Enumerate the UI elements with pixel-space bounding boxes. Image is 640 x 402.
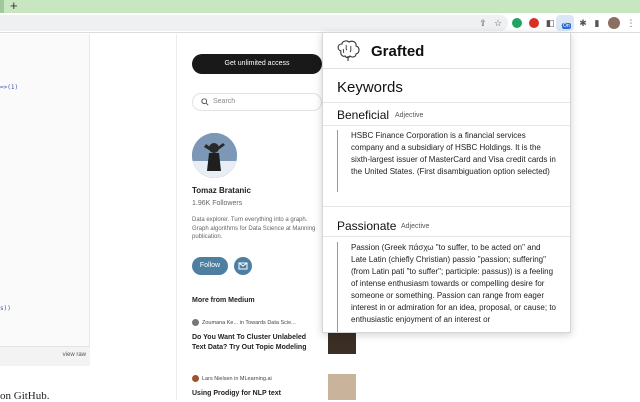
keyword-definition: HSBC Finance Corporation is a financial …: [337, 130, 557, 192]
article-author[interactable]: Zoumana Ke...: [202, 320, 238, 326]
extension-badge: On: [562, 23, 571, 29]
search-input[interactable]: Search: [192, 93, 322, 111]
share-icon[interactable]: ⇪: [478, 18, 488, 28]
keyword-word: Beneficial: [337, 108, 390, 122]
author-followers[interactable]: 1.96K Followers: [192, 200, 242, 207]
popup-title: Grafted: [371, 43, 425, 60]
browser-toolbar: ⇪ ☆ ◧ ☁ On ✱ ▮ ⋮: [0, 13, 640, 33]
article-author[interactable]: Lars Nielsen: [202, 376, 233, 382]
article-title[interactable]: Do You Want To Cluster Unlabeled Text Da…: [192, 333, 320, 352]
address-bar[interactable]: [0, 15, 508, 31]
keyword-pos: Adjective: [395, 112, 424, 119]
article-meta: Zoumana Ke... in Towards Data Scie...: [192, 319, 296, 326]
keyword-word: Passionate: [337, 219, 397, 233]
article-publication[interactable]: MLearning.ai: [240, 376, 272, 382]
code-gist: =>(1) s)) view raw: [0, 34, 90, 366]
mail-plus-icon: [238, 262, 248, 270]
search-icon: [201, 98, 209, 106]
get-unlimited-access-button[interactable]: Get unlimited access: [192, 54, 322, 74]
tab-strip: +: [0, 0, 640, 13]
search-placeholder: Search: [213, 98, 236, 105]
article-meta: Lars Nielsen in MLearning.ai: [192, 375, 272, 382]
article-in-word: in: [239, 319, 244, 326]
more-from-medium-heading: More from Medium: [192, 297, 255, 304]
keyword-pos: Adjective: [401, 223, 430, 230]
keyword-divider: [323, 125, 570, 126]
section-divider: [323, 102, 570, 103]
media-extension-icon[interactable]: ◧: [545, 18, 555, 28]
new-tab-button[interactable]: +: [10, 0, 18, 13]
gist-footer: view raw: [0, 346, 90, 366]
sidebar-icon[interactable]: ▮: [592, 18, 602, 28]
column-divider: [176, 34, 177, 400]
keywords-heading: Keywords: [337, 79, 403, 96]
grafted-popup: Grafted Keywords Beneficial Adjective HS…: [322, 32, 571, 333]
kebab-menu-icon[interactable]: ⋮: [626, 18, 636, 28]
popup-header: Grafted: [323, 33, 570, 69]
author-avatar[interactable]: [192, 133, 237, 178]
article-thumbnail[interactable]: [328, 374, 356, 400]
code-line: s)): [0, 305, 11, 312]
view-raw-link[interactable]: view raw: [63, 352, 86, 358]
article-author-avatar: [192, 319, 199, 326]
follow-button[interactable]: Follow: [192, 257, 228, 275]
article-author-avatar: [192, 375, 199, 382]
keyword-definition: Passion (Greek πάσχω "to suffer, to be a…: [337, 242, 557, 332]
adblock-extension-icon[interactable]: [529, 18, 539, 28]
grammar-extension-icon[interactable]: [512, 18, 522, 28]
article-title[interactable]: Using Prodigy for NLP text: [192, 389, 320, 399]
star-icon[interactable]: ☆: [493, 18, 503, 28]
profile-avatar[interactable]: [608, 17, 620, 29]
subscribe-button[interactable]: [234, 257, 252, 275]
author-bio: Data explorer. Turn everything into a gr…: [192, 217, 316, 240]
keyword-divider: [323, 206, 570, 207]
keyword-divider: [323, 236, 570, 237]
author-photo-image: [192, 133, 237, 178]
author-name[interactable]: Tomaz Bratanic: [192, 186, 251, 195]
brain-icon: [337, 40, 360, 61]
puzzle-icon[interactable]: ✱: [578, 18, 588, 28]
on-github-text: on GitHub.: [0, 390, 50, 402]
article-publication[interactable]: Towards Data Scie...: [245, 320, 295, 326]
article-in-word: in: [234, 375, 239, 382]
code-line: =>(1): [0, 84, 19, 91]
tab-edge[interactable]: [0, 0, 4, 13]
